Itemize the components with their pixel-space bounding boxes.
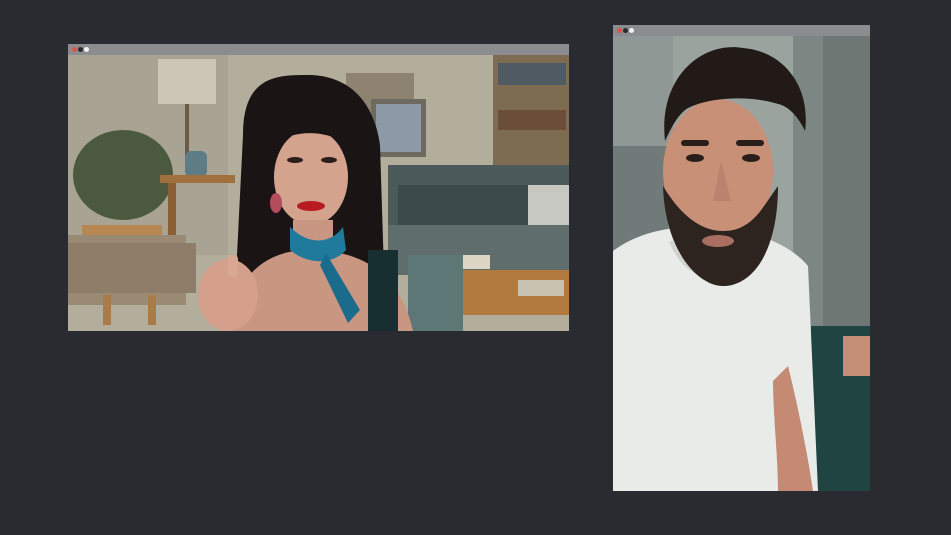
close-dot-icon[interactable]	[72, 47, 77, 52]
maximize-dot-icon[interactable]	[84, 47, 89, 52]
close-dot-icon[interactable]	[617, 28, 622, 33]
window-titlebar[interactable]	[68, 44, 569, 55]
desktop: { "theme": { "background": "#2a2b30", "t…	[0, 0, 951, 535]
maximize-dot-icon[interactable]	[629, 28, 634, 33]
video-window-left[interactable]	[68, 44, 569, 331]
video-frame-left	[68, 55, 569, 331]
video-window-right[interactable]	[613, 25, 870, 491]
minimize-dot-icon[interactable]	[78, 47, 83, 52]
video-frame-right	[613, 36, 870, 491]
man-video-feed	[613, 36, 870, 491]
woman-video-feed	[68, 55, 569, 331]
window-titlebar[interactable]	[613, 25, 870, 36]
minimize-dot-icon[interactable]	[623, 28, 628, 33]
